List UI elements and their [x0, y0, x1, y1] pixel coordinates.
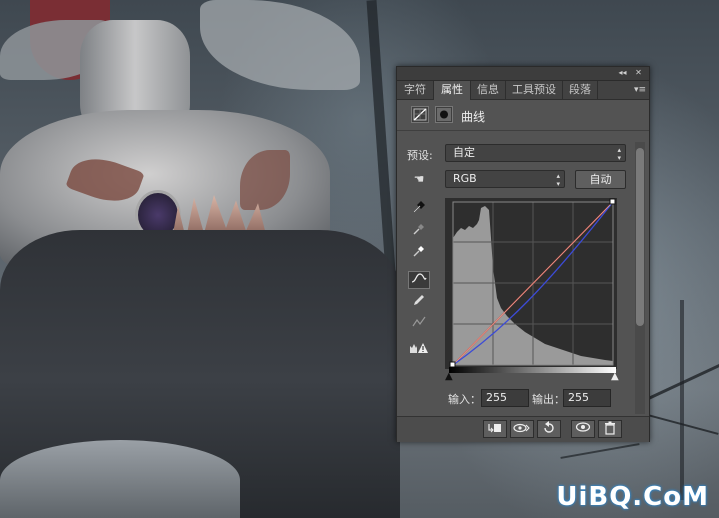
tab-info[interactable]: 信息 — [471, 81, 506, 99]
channel-value: RGB — [453, 172, 477, 185]
target-adjustment-hand-icon[interactable]: ☚ — [408, 170, 430, 188]
clip-to-layer-icon[interactable] — [483, 420, 507, 438]
input-field[interactable]: 255 — [481, 389, 529, 407]
tab-character[interactable]: 字符 — [397, 81, 434, 99]
input-gradient-bar — [449, 367, 616, 373]
tree-branch — [680, 300, 684, 500]
tab-properties[interactable]: 属性 — [434, 81, 471, 100]
tree-branch — [560, 443, 640, 459]
output-field[interactable]: 255 — [563, 389, 611, 407]
preset-value: 自定 — [453, 146, 475, 159]
input-label: 输入： — [448, 393, 481, 406]
panel-tabs: 字符 属性 信息 工具预设 段落 ▾≡ — [397, 81, 649, 100]
curve-points-icon[interactable] — [408, 271, 430, 289]
watermark-text: UiBQ.CoM — [556, 482, 709, 512]
trash-icon[interactable] — [598, 420, 622, 438]
curves-graph[interactable] — [445, 198, 617, 369]
close-icon[interactable]: ✕ — [633, 68, 644, 78]
tab-paragraph[interactable]: 段落 — [563, 81, 598, 99]
adjustment-title: 曲线 — [461, 110, 486, 124]
tab-tool-presets[interactable]: 工具预设 — [506, 81, 563, 99]
output-label: 输出： — [532, 393, 565, 406]
curves-adjustment-icon[interactable] — [411, 106, 429, 123]
auto-button[interactable]: 自动 — [575, 170, 626, 189]
white-point-slider[interactable]: ▲ — [611, 372, 619, 382]
curve-point-white — [609, 198, 616, 205]
visibility-eye-icon[interactable] — [571, 420, 595, 438]
panel-titlebar[interactable]: ◂◂ ✕ — [397, 67, 649, 81]
properties-panel: ◂◂ ✕ 字符 属性 信息 工具预设 段落 ▾≡ 曲线 预设: 自定 ▴ ▾ ☚… — [396, 66, 650, 442]
white-eyedropper-icon[interactable] — [408, 244, 430, 262]
view-previous-state-icon[interactable] — [510, 420, 534, 438]
panel-bottom-bar — [397, 416, 649, 442]
channel-select[interactable]: RGB ▴ ▾ — [445, 170, 565, 188]
clipping-warning-icon[interactable] — [408, 341, 430, 359]
layer-mask-icon[interactable] — [435, 106, 453, 123]
black-point-slider[interactable]: ▲ — [445, 372, 453, 382]
scroll-thumb[interactable] — [636, 148, 644, 326]
preset-label: 预设: — [407, 149, 433, 162]
adjustment-header: 曲线 — [397, 100, 649, 131]
smooth-curve-icon[interactable] — [408, 315, 430, 333]
collapse-icon[interactable]: ◂◂ — [617, 68, 628, 78]
select-arrows-icon: ▴ ▾ — [617, 146, 621, 162]
wing — [200, 0, 360, 90]
preset-select[interactable]: 自定 ▴ ▾ — [445, 144, 626, 162]
panel-scrollbar[interactable] — [635, 142, 645, 414]
gray-eyedropper-icon[interactable] — [408, 222, 430, 240]
panel-menu-icon[interactable]: ▾≡ — [634, 81, 646, 99]
skirt — [0, 440, 240, 518]
reset-icon[interactable] — [537, 420, 561, 438]
pencil-icon[interactable] — [408, 293, 430, 311]
black-eyedropper-icon[interactable] — [408, 200, 430, 218]
select-arrows-icon: ▴ ▾ — [556, 172, 560, 188]
